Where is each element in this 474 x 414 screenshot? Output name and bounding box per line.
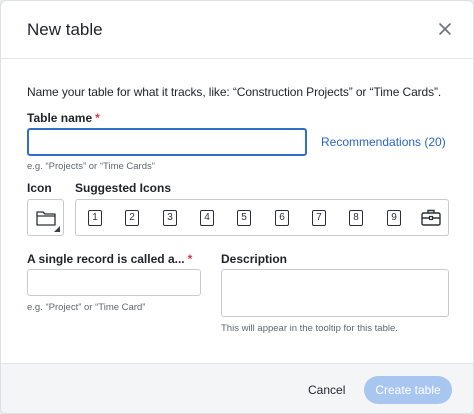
required-mark: * — [95, 111, 100, 125]
recommendations-link[interactable]: Recommendations (20) — [321, 135, 446, 149]
suggested-icon-3[interactable]: 3 — [163, 210, 177, 226]
intro-text: Name your table for what it tracks, like… — [27, 85, 442, 99]
create-table-button[interactable]: Create table — [364, 376, 452, 404]
suggested-icons-label: Suggested Icons — [75, 181, 172, 195]
record-name-hint: e.g. “Project” or “Time Card” — [27, 302, 146, 313]
description-label: Description — [221, 252, 288, 266]
record-name-label: A single record is called a... * — [27, 252, 193, 266]
close-icon[interactable] — [435, 19, 455, 39]
suggested-icon-7[interactable]: 7 — [312, 210, 326, 226]
suggested-icon-9[interactable]: 9 — [387, 210, 401, 226]
description-textarea[interactable] — [221, 269, 449, 317]
icon-picker-button[interactable] — [27, 199, 64, 236]
icon-label: Icon — [27, 181, 52, 195]
table-name-label: Table name * — [27, 111, 100, 125]
suggested-icon-6[interactable]: 6 — [275, 210, 289, 226]
description-hint: This will appear in the tooltip for this… — [221, 323, 398, 334]
suggested-icon-1[interactable]: 1 — [88, 210, 102, 226]
dropdown-corner-icon — [54, 226, 60, 232]
suggested-icon-8[interactable]: 8 — [349, 210, 363, 226]
cancel-button[interactable]: Cancel — [308, 383, 345, 397]
table-name-input[interactable] — [27, 128, 307, 156]
suggested-icons-row: 1 2 3 4 5 6 7 8 9 — [75, 199, 449, 236]
table-name-hint: e.g. “Projects” or “Time Cards” — [27, 161, 155, 172]
briefcase-icon[interactable] — [421, 209, 441, 226]
dialog-title: New table — [27, 20, 103, 39]
record-name-input[interactable] — [27, 269, 201, 296]
suggested-icon-4[interactable]: 4 — [200, 210, 214, 226]
new-table-dialog: New table Name your table for what it tr… — [0, 0, 474, 414]
dialog-footer: Cancel Create table — [1, 363, 473, 413]
suggested-icon-5[interactable]: 5 — [237, 210, 251, 226]
required-mark: * — [187, 252, 193, 266]
dialog-header: New table — [1, 1, 473, 59]
folder-icon — [36, 211, 56, 226]
suggested-icon-2[interactable]: 2 — [125, 210, 139, 226]
